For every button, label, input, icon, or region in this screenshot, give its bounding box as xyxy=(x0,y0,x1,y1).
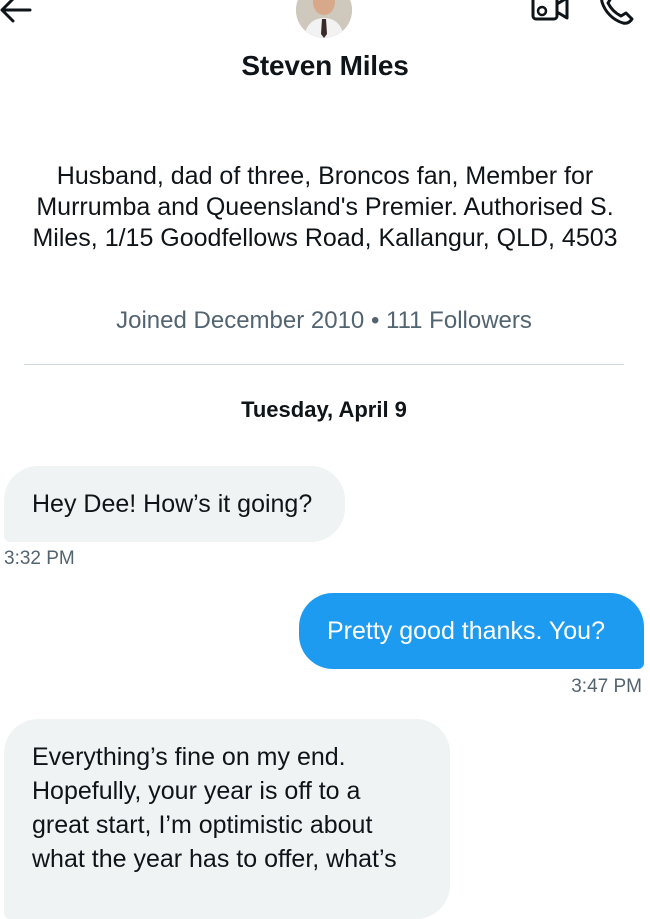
profile-name[interactable]: Steven Miles xyxy=(0,50,650,82)
video-call-button[interactable] xyxy=(530,0,570,28)
profile-bio: Husband, dad of three, Broncos fan, Memb… xyxy=(32,162,618,252)
arrow-left-icon xyxy=(0,0,32,23)
followers-count[interactable]: 111 Followers xyxy=(386,307,532,334)
message-bubble-received[interactable]: Everything’s fine on my end. Hopefully, … xyxy=(4,719,450,919)
meta-separator: • xyxy=(370,307,380,334)
message-timestamp: 3:47 PM xyxy=(571,676,642,697)
phone-call-icon xyxy=(600,0,634,25)
video-call-icon xyxy=(531,0,569,21)
message-bubble-sent[interactable]: Pretty good thanks. You? xyxy=(299,593,644,669)
profile-meta: Joined December 2010 • 111 Followers xyxy=(0,307,648,335)
message-timestamp: 3:32 PM xyxy=(4,548,75,569)
avatar[interactable] xyxy=(296,0,352,38)
message-bubble-received[interactable]: Hey Dee! How’s it going? xyxy=(4,466,345,542)
date-separator: Tuesday, April 9 xyxy=(241,397,407,422)
back-button[interactable] xyxy=(0,0,38,30)
divider xyxy=(24,364,624,365)
profile-photo xyxy=(296,0,352,38)
joined-date: Joined December 2010 xyxy=(116,307,365,334)
phone-call-button[interactable] xyxy=(596,0,636,28)
